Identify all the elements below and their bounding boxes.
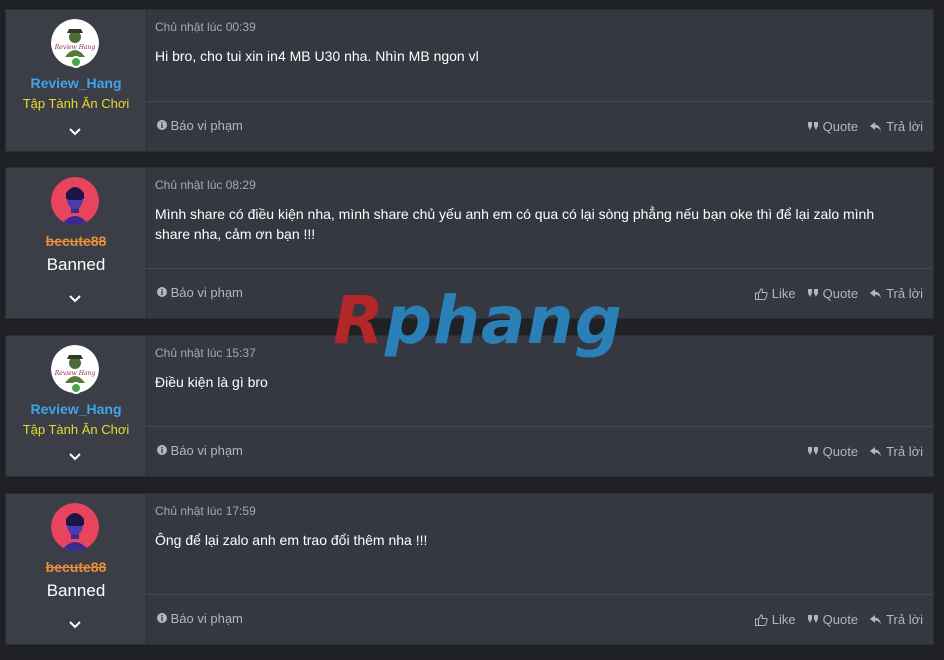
quote-label: Quote	[822, 119, 859, 134]
info-circle-icon	[157, 120, 167, 130]
username[interactable]: becute88	[6, 233, 146, 249]
user-title: Banned	[46, 581, 106, 600]
post-actions: Like Quote Trả lời	[754, 286, 923, 301]
thumbs-up-icon	[754, 287, 768, 300]
quote-label: Quote	[822, 286, 859, 301]
report-button[interactable]: Báo vi phạm	[157, 285, 243, 300]
post-message: Mình share có điều kiện nha, mình share …	[155, 206, 875, 242]
post-message: Điều kiện là gì bro	[155, 374, 268, 390]
like-label: Like	[771, 286, 796, 301]
svg-text:Review Hang: Review Hang	[54, 44, 96, 51]
quote-icon	[807, 615, 819, 624]
username[interactable]: Review_Hang	[6, 401, 146, 417]
chevron-down-icon[interactable]	[68, 292, 82, 306]
thumbs-up-icon	[754, 613, 768, 626]
like-label: Like	[771, 612, 796, 627]
user-info: becute88 Banned	[6, 494, 147, 644]
reply-arrow-icon	[870, 288, 882, 299]
username[interactable]: Review_Hang	[6, 75, 146, 91]
reply-arrow-icon	[870, 614, 882, 625]
post-date[interactable]: Chủ nhật lúc 17:59	[155, 504, 256, 518]
reply-arrow-icon	[870, 121, 882, 132]
username[interactable]: becute88	[6, 559, 146, 575]
quote-label: Quote	[822, 444, 859, 459]
avatar[interactable]	[51, 177, 99, 225]
message-column: Chủ nhật lúc 17:59 Ông để lại zalo anh e…	[146, 494, 933, 644]
message-column: Chủ nhật lúc 00:39 Hi bro, cho tui xin i…	[146, 10, 933, 151]
post: becute88 Banned Chủ nhật lúc 17:59 Ông đ…	[5, 493, 934, 645]
reply-label: Trả lời	[886, 612, 923, 627]
user-title: Tập Tành Ăn Chơi	[22, 96, 130, 111]
post-footer: Báo vi phạm Quote Trả lời	[146, 426, 933, 476]
report-label: Báo vi phạm	[170, 285, 243, 300]
report-label: Báo vi phạm	[170, 118, 243, 133]
report-button[interactable]: Báo vi phạm	[157, 611, 243, 626]
post-footer: Báo vi phạm Like Quote Trả lời	[146, 268, 933, 318]
report-button[interactable]: Báo vi phạm	[157, 443, 243, 458]
avatar[interactable]	[51, 503, 99, 551]
user-title: Tập Tành Ăn Chơi	[22, 422, 130, 437]
like-button[interactable]: Like	[754, 612, 796, 627]
post: becute88 Banned Chủ nhật lúc 08:29 Mình …	[5, 167, 934, 319]
report-button[interactable]: Báo vi phạm	[157, 118, 243, 133]
quote-button[interactable]: Quote	[807, 444, 859, 459]
chevron-down-icon[interactable]	[68, 125, 82, 139]
svg-text:Review Hang: Review Hang	[54, 370, 96, 377]
reply-button[interactable]: Trả lời	[870, 286, 923, 301]
quote-icon	[807, 122, 819, 131]
reply-label: Trả lời	[886, 119, 923, 134]
report-label: Báo vi phạm	[170, 443, 243, 458]
user-title: Banned	[46, 255, 106, 274]
quote-button[interactable]: Quote	[807, 286, 859, 301]
online-status-icon	[70, 56, 82, 68]
reply-button[interactable]: Trả lời	[870, 444, 923, 459]
post: Review Hang Review_Hang Tập Tành Ăn Chơi…	[5, 9, 934, 152]
post-footer: Báo vi phạm Quote Trả lời	[146, 101, 933, 151]
reply-arrow-icon	[870, 446, 882, 457]
reply-label: Trả lời	[886, 444, 923, 459]
quote-label: Quote	[822, 612, 859, 627]
quote-icon	[807, 447, 819, 456]
post-message: Hi bro, cho tui xin in4 MB U30 nha. Nhìn…	[155, 48, 479, 64]
post-actions: Like Quote Trả lời	[754, 612, 923, 627]
info-circle-icon	[157, 445, 167, 455]
reply-button[interactable]: Trả lời	[870, 612, 923, 627]
user-info: Review Hang Review_Hang Tập Tành Ăn Chơi	[6, 10, 147, 151]
post-footer: Báo vi phạm Like Quote Trả lời	[146, 594, 933, 644]
message-column: Chủ nhật lúc 15:37 Điều kiện là gì bro B…	[146, 336, 933, 476]
message-column: Chủ nhật lúc 08:29 Mình share có điều ki…	[146, 168, 933, 318]
reply-label: Trả lời	[886, 286, 923, 301]
chevron-down-icon[interactable]	[68, 618, 82, 632]
post-date[interactable]: Chủ nhật lúc 15:37	[155, 346, 256, 360]
quote-icon	[807, 289, 819, 298]
quote-button[interactable]: Quote	[807, 119, 859, 134]
user-info: becute88 Banned	[6, 168, 147, 318]
reply-button[interactable]: Trả lời	[870, 119, 923, 134]
info-circle-icon	[157, 613, 167, 623]
post: Review Hang Review_Hang Tập Tành Ăn Chơi…	[5, 335, 934, 477]
chevron-down-icon[interactable]	[68, 450, 82, 464]
info-circle-icon	[157, 287, 167, 297]
user-info: Review Hang Review_Hang Tập Tành Ăn Chơi	[6, 336, 147, 476]
post-date[interactable]: Chủ nhật lúc 08:29	[155, 178, 256, 192]
post-actions: Quote Trả lời	[807, 119, 923, 134]
post-date[interactable]: Chủ nhật lúc 00:39	[155, 20, 256, 34]
post-actions: Quote Trả lời	[807, 444, 923, 459]
like-button[interactable]: Like	[754, 286, 796, 301]
online-status-icon	[70, 382, 82, 394]
report-label: Báo vi phạm	[170, 611, 243, 626]
quote-button[interactable]: Quote	[807, 612, 859, 627]
post-message: Ông để lại zalo anh em trao đổi thêm nha…	[155, 532, 428, 548]
